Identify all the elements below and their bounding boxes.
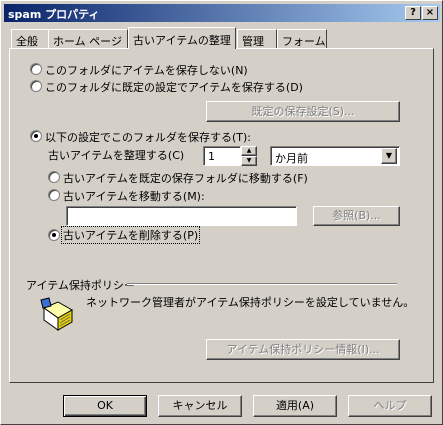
age-unit-select[interactable]: か月前 ▼	[270, 146, 400, 166]
spin-down-icon: ▼	[246, 157, 252, 164]
help-button[interactable]: ヘルプ	[348, 395, 432, 417]
months-input[interactable]: 1	[203, 146, 241, 166]
button-label: アイテム保持ポリシー情報(I)...	[226, 343, 380, 356]
move-to-path-input[interactable]	[66, 206, 297, 226]
tab-forms[interactable]: フォーム	[277, 29, 327, 48]
tab-general[interactable]: 全般	[11, 29, 49, 48]
button-label: キャンセル	[172, 399, 228, 412]
tab-label: 全般	[16, 35, 38, 48]
auto-archive-panel: このフォルダにアイテムを保存しない(N) このフォルダに既定の設定でアイテムを保…	[9, 48, 434, 383]
retention-policy-heading: アイテム保持ポリシー	[26, 279, 135, 292]
button-label: 適用(A)	[275, 399, 315, 412]
button-label: ヘルプ	[373, 399, 407, 412]
delete-old-items-label[interactable]: 古いアイテムを削除する(P)	[60, 226, 201, 244]
age-unit-value: か月前	[275, 152, 308, 165]
clean-old-items-label: 古いアイテムを整理する(C)	[48, 149, 185, 162]
tab-home-page[interactable]: ホーム ページ	[48, 29, 128, 48]
move-to-radio[interactable]	[48, 189, 60, 201]
retention-policy-icon	[40, 297, 74, 331]
tab-label: ホーム ページ	[53, 35, 122, 48]
close-button[interactable]: ×	[422, 6, 438, 20]
browse-button[interactable]: 参照(B)...	[313, 206, 400, 226]
default-archive-settings-button[interactable]: 既定の保存設定(S)...	[206, 101, 400, 122]
ok-button[interactable]: OK	[63, 395, 147, 417]
custom-archive-label[interactable]: 以下の設定でこのフォルダを保存する(T):	[45, 129, 251, 145]
button-label: OK	[97, 399, 113, 412]
window-title: spam プロパティ	[8, 8, 100, 21]
chevron-down-icon: ▼	[385, 151, 393, 160]
months-value: 1	[208, 150, 215, 163]
properties-dialog: spam プロパティ ? × 全般 ホーム ページ 古いアイテムの整理 管理 フ…	[0, 0, 443, 425]
move-default-folder-radio[interactable]	[48, 171, 60, 183]
no-archive-radio[interactable]	[30, 63, 42, 75]
cancel-button[interactable]: キャンセル	[158, 395, 242, 417]
move-default-folder-label[interactable]: 古いアイテムを既定の保存フォルダに移動する(F)	[63, 170, 308, 186]
close-icon: ×	[425, 7, 435, 18]
delete-old-items-radio[interactable]	[48, 229, 60, 241]
button-label: 既定の保存設定(S)...	[251, 105, 355, 118]
help-title-button[interactable]: ?	[405, 6, 421, 20]
title-bar[interactable]: spam プロパティ ? ×	[4, 4, 440, 22]
help-icon: ?	[410, 7, 416, 18]
spin-up-icon: ▲	[246, 147, 252, 154]
policy-icon	[38, 296, 74, 332]
no-archive-label[interactable]: このフォルダにアイテムを保存しない(N)	[45, 62, 248, 78]
retention-policy-info-button[interactable]: アイテム保持ポリシー情報(I)...	[206, 339, 400, 360]
tab-label: 古いアイテムの整理	[133, 34, 231, 47]
default-archive-label[interactable]: このフォルダに既定の設定でアイテムを保存する(D)	[45, 79, 303, 95]
custom-archive-radio[interactable]	[30, 130, 42, 142]
months-spin-up[interactable]: ▲	[241, 146, 257, 156]
age-unit-dropdown-button[interactable]: ▼	[381, 148, 397, 164]
apply-button[interactable]: 適用(A)	[253, 395, 337, 417]
policy-message: ネットワーク管理者がアイテム保持ポリシーを設定していません。	[86, 296, 415, 309]
tab-label: フォーム	[282, 35, 326, 48]
section-separator	[127, 283, 397, 285]
tab-auto-archive[interactable]: 古いアイテムの整理	[128, 27, 236, 49]
default-archive-radio[interactable]	[30, 80, 42, 92]
months-spin-down[interactable]: ▼	[241, 156, 257, 166]
move-to-label[interactable]: 古いアイテムを移動する(M):	[63, 188, 205, 204]
tab-label: 管理	[242, 35, 264, 48]
button-label: 参照(B)...	[332, 209, 381, 222]
tab-administration[interactable]: 管理	[237, 29, 277, 48]
